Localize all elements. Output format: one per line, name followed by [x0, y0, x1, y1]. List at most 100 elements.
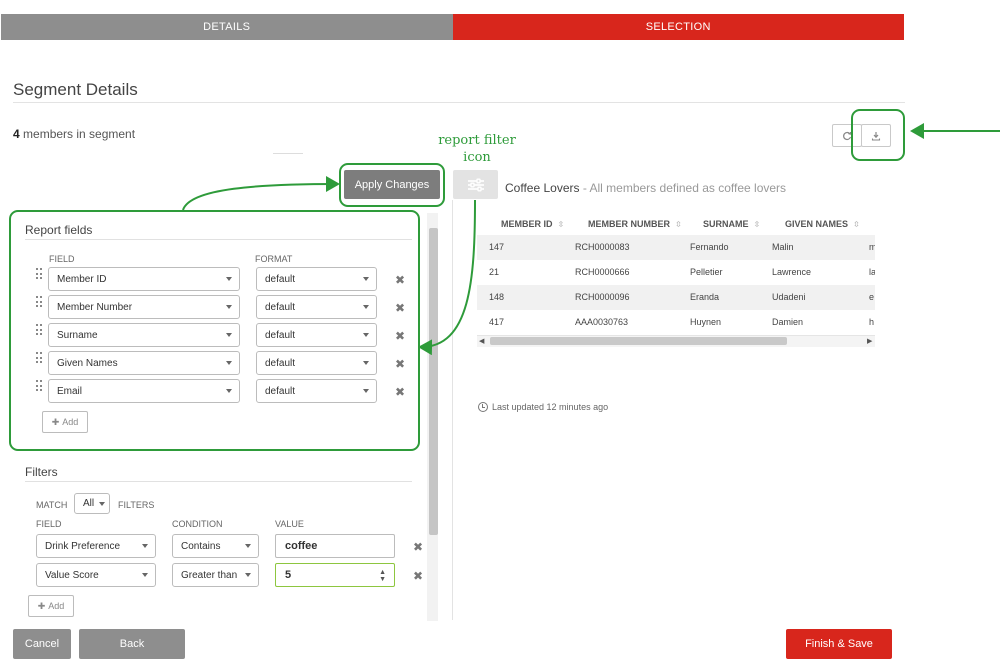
format-select[interactable]: default: [256, 351, 377, 375]
filter-value-number-input[interactable]: 5 ▲ ▼: [275, 563, 395, 587]
caret-down-icon: [363, 333, 369, 337]
table-row[interactable]: 148 RCH0000096 Eranda Udadeni e: [477, 285, 875, 310]
segment-heading: Coffee Lovers - All members defined as c…: [505, 181, 786, 195]
field-select[interactable]: Member ID: [48, 267, 240, 291]
table-scrollbar-thumb[interactable]: [490, 337, 787, 345]
format-select[interactable]: default: [256, 295, 377, 319]
scroll-right-icon[interactable]: ▶: [867, 337, 872, 345]
caret-down-icon: [245, 573, 251, 577]
table-row[interactable]: 417 AAA0030763 Huynen Damien h: [477, 310, 875, 335]
plus-icon: ✚: [37, 600, 46, 611]
filter-field-select[interactable]: Drink Preference: [36, 534, 156, 558]
caret-down-icon: [226, 361, 232, 365]
table-cell: Eranda: [690, 292, 720, 302]
drag-handle-icon[interactable]: [36, 296, 42, 308]
table-cell: 147: [489, 242, 505, 252]
table-cell: Pelletier: [690, 267, 723, 277]
members-table: MEMBER ID ⇳ MEMBER NUMBER ⇳ SURNAME ⇳ GIVEN…: [477, 210, 875, 348]
annotation-line: icon: [463, 150, 491, 165]
remove-icon[interactable]: ✖: [395, 301, 405, 315]
column-divider: [452, 200, 453, 620]
format-select[interactable]: default: [256, 323, 377, 347]
field-select[interactable]: Surname: [48, 323, 240, 347]
table-cell: RCH0000666: [575, 267, 630, 277]
filter-field-header: FIELD: [36, 519, 62, 529]
add-report-field-button[interactable]: ✚ Add: [42, 411, 88, 433]
scroll-left-icon[interactable]: ◀: [479, 337, 484, 345]
step-selection[interactable]: SELECTION: [452, 14, 904, 40]
sort-icon: ⇳: [675, 220, 682, 229]
report-fields-divider: [25, 239, 412, 240]
apply-changes-button[interactable]: Apply Changes: [344, 170, 440, 199]
column-header-given-names[interactable]: GIVEN NAMES ⇳: [785, 219, 860, 229]
table-cell: 417: [489, 317, 505, 327]
filter-condition-select[interactable]: Greater than: [172, 563, 259, 587]
filter-field-value: Value Score: [45, 569, 99, 581]
annotation-line: report filter: [438, 133, 516, 148]
column-header-label: MEMBER ID: [501, 219, 553, 229]
table-cell: h: [869, 317, 875, 327]
remove-icon[interactable]: ✖: [395, 357, 405, 371]
member-count-label: members in segment: [19, 127, 136, 141]
remove-icon[interactable]: ✖: [395, 273, 405, 287]
spinner-icon[interactable]: ▲ ▼: [379, 569, 386, 583]
left-panel: Report fields FIELD FORMAT Member ID def…: [12, 213, 440, 621]
plus-icon: ✚: [51, 416, 60, 427]
filters-label: FILTERS: [118, 500, 155, 510]
format-select[interactable]: default: [256, 267, 377, 291]
clock-icon: [478, 402, 488, 412]
column-header-label: MEMBER NUMBER: [588, 219, 670, 229]
format-select-value: default: [265, 329, 296, 341]
add-filter-button[interactable]: ✚ Add: [28, 595, 74, 617]
cancel-button[interactable]: Cancel: [13, 629, 71, 659]
table-cell: AAA0030763: [575, 317, 629, 327]
finish-save-button[interactable]: Finish & Save: [786, 629, 892, 659]
last-updated: Last updated 12 minutes ago: [478, 402, 608, 412]
field-select-value: Member ID: [57, 273, 107, 285]
segment-description: - All members defined as coffee lovers: [579, 181, 787, 195]
filter-condition-value: Greater than: [181, 569, 238, 581]
filter-value-input[interactable]: coffee: [275, 534, 395, 558]
column-header-surname[interactable]: SURNAME ⇳: [703, 219, 760, 229]
left-panel-scrollbar-thumb[interactable]: [429, 228, 438, 535]
member-count: 4 members in segment: [13, 127, 135, 141]
field-select[interactable]: Given Names: [48, 351, 240, 375]
column-header-member-id[interactable]: MEMBER ID ⇳: [501, 219, 564, 229]
report-filter-button[interactable]: [453, 170, 498, 199]
remove-icon[interactable]: ✖: [395, 385, 405, 399]
match-label: MATCH: [36, 500, 68, 510]
field-select[interactable]: Member Number: [48, 295, 240, 319]
format-select-value: default: [265, 273, 296, 285]
back-button[interactable]: Back: [79, 629, 185, 659]
table-row[interactable]: 21 RCH0000666 Pelletier Lawrence la: [477, 260, 875, 285]
table-cell: Huynen: [690, 317, 722, 327]
add-label: Add: [62, 417, 79, 427]
drag-handle-icon[interactable]: [36, 380, 42, 392]
match-select[interactable]: All: [74, 493, 110, 514]
field-select[interactable]: Email: [48, 379, 240, 403]
last-updated-text: Last updated 12 minutes ago: [492, 402, 609, 412]
caret-down-icon: [226, 305, 232, 309]
drag-handle-icon[interactable]: [36, 268, 42, 280]
drag-handle-icon[interactable]: [36, 324, 42, 336]
filter-value-header: VALUE: [275, 519, 304, 529]
table-cell: e: [869, 292, 875, 302]
table-cell: Udadeni: [772, 292, 806, 302]
refresh-button[interactable]: [832, 124, 862, 147]
filter-field-select[interactable]: Value Score: [36, 563, 156, 587]
remove-icon[interactable]: ✖: [395, 329, 405, 343]
format-select-value: default: [265, 385, 296, 397]
caret-down-icon: [363, 305, 369, 309]
filter-condition-value: Contains: [181, 540, 221, 552]
format-select[interactable]: default: [256, 379, 377, 403]
remove-icon[interactable]: ✖: [413, 569, 423, 583]
step-details[interactable]: DETAILS: [1, 14, 453, 40]
drag-handle-icon[interactable]: [36, 352, 42, 364]
download-button[interactable]: [861, 124, 891, 147]
filter-value-text: coffee: [285, 540, 318, 552]
column-header-member-number[interactable]: MEMBER NUMBER ⇳: [588, 219, 682, 229]
table-row[interactable]: 147 RCH0000083 Fernando Malin m: [477, 235, 875, 260]
add-label: Add: [48, 601, 65, 611]
remove-icon[interactable]: ✖: [413, 540, 423, 554]
filter-condition-select[interactable]: Contains: [172, 534, 259, 558]
